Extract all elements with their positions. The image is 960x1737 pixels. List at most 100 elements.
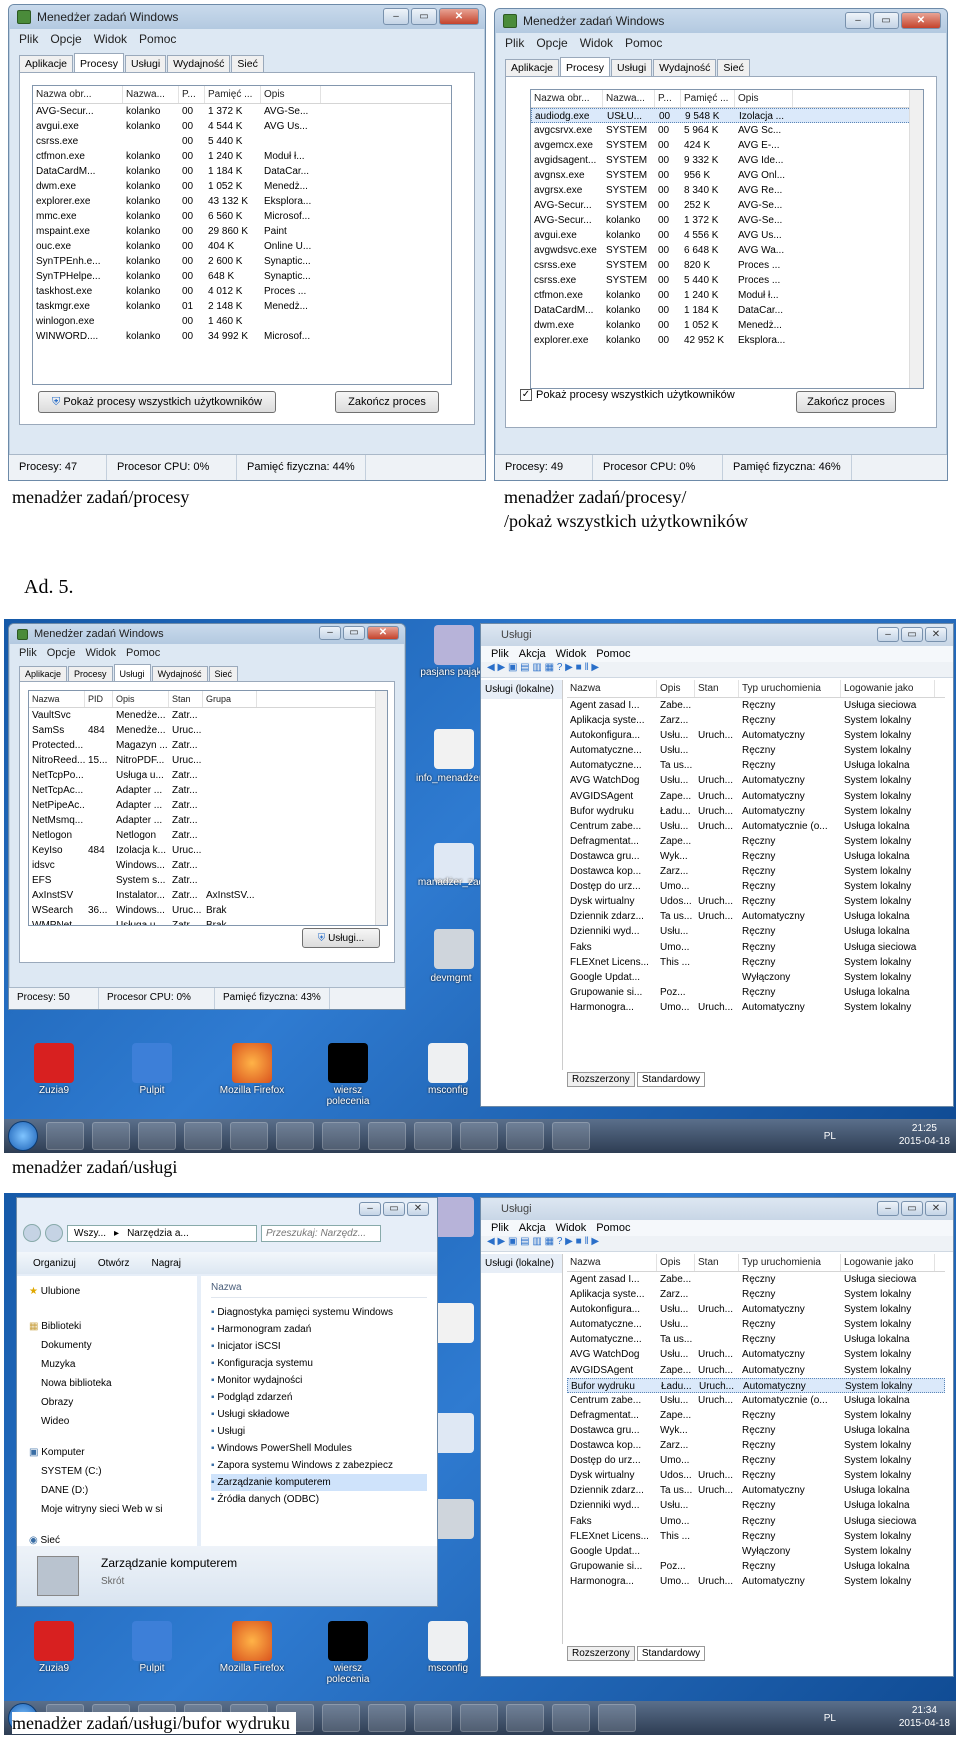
close-button[interactable]: ✕ (367, 626, 399, 640)
tree-root-services-local[interactable]: Usługi (lokalne) (481, 680, 562, 699)
command-prompt-icon[interactable] (328, 1043, 368, 1083)
table-row[interactable]: Defragmentat... Zape... Ręczny System lokal… (567, 1408, 945, 1423)
table-row[interactable]: csrss.exe 00 5 440 K (33, 134, 451, 149)
table-row[interactable]: mmc.exe kolanko 00 6 560 K Microsof... (33, 209, 451, 224)
paint-icon[interactable] (414, 1122, 452, 1150)
nav-library-item[interactable]: Obrazy (29, 1393, 185, 1412)
screen-icon[interactable] (506, 1122, 544, 1150)
col-status[interactable]: Stan (695, 680, 739, 697)
col-log-on-as[interactable]: Logowanie jako (841, 1254, 935, 1271)
minimize-button[interactable]: – (877, 1201, 899, 1216)
menu-view[interactable]: Widok (85, 647, 116, 659)
maximize-button[interactable]: ▭ (873, 12, 899, 29)
table-row[interactable]: avgidsagent... SYSTEM 00 9 332 K AVG Ide... (531, 153, 923, 168)
maximize-button[interactable]: ▭ (901, 627, 923, 642)
col-log-on-as[interactable]: Logowanie jako (841, 680, 935, 697)
table-row[interactable]: AVG-Secur... kolanko 00 1 372 K AVG-Se... (531, 213, 923, 228)
close-button[interactable]: ✕ (901, 12, 941, 29)
tab-processes[interactable]: Procesy (560, 57, 610, 77)
command-prompt-icon[interactable] (328, 1621, 368, 1661)
table-row[interactable]: Harmonogra... Umo... Uruch... Automatyczny S… (567, 1000, 945, 1015)
col-name[interactable]: Nazwa (567, 1254, 657, 1271)
menu-help[interactable]: Pomoc (126, 647, 160, 659)
media-player-icon[interactable] (92, 1122, 130, 1150)
table-row[interactable]: winlogon.exe 00 1 460 K (33, 314, 451, 329)
toolbox-icon[interactable] (552, 1704, 590, 1732)
menu-help[interactable]: Pomoc (596, 1222, 630, 1234)
admin-tool-item[interactable]: ▪ Podgląd zdarzeń (211, 1389, 427, 1406)
table-row[interactable]: taskhost.exe kolanko 00 4 012 K Proces ... (33, 284, 451, 299)
tab-extended[interactable]: Rozszerzony (567, 1646, 635, 1661)
col-image-name[interactable]: Nazwa obr... (531, 90, 603, 107)
menu-file[interactable]: Plik (491, 1222, 509, 1234)
table-row[interactable]: ctfmon.exe kolanko 00 1 240 K Moduł ł... (531, 288, 923, 303)
col-description[interactable]: Opis (657, 680, 695, 697)
end-process-button[interactable]: Zakończ proces (796, 391, 896, 413)
table-row[interactable]: Grupowanie si... Poz... Ręczny Usługa lokal… (567, 985, 945, 1000)
nav-drive[interactable]: SYSTEM (C:) (29, 1462, 185, 1481)
menu-file[interactable]: Plik (19, 647, 37, 659)
language-indicator[interactable]: PL (824, 1131, 836, 1142)
start-button[interactable] (8, 1121, 38, 1151)
tab-standard[interactable]: Standardowy (636, 1646, 706, 1661)
admin-tool-item[interactable]: ▪ Zapora systemu Windows z zabezpiecz (211, 1457, 427, 1474)
table-row[interactable]: Centrum zabe... Usłu... Uruch... Automatycz… (567, 819, 945, 834)
col-name[interactable]: Nazwa (567, 680, 657, 697)
table-row[interactable]: Grupowanie si... Poz... Ręczny Usługa lokal… (567, 1559, 945, 1574)
table-row[interactable]: DataCardM... kolanko 00 1 184 K DataCar... (531, 303, 923, 318)
table-row[interactable]: AVG WatchDog Usłu... Uruch... Automatyczny S… (567, 1347, 945, 1362)
menu-file[interactable]: Plik (491, 648, 509, 660)
table-row[interactable]: Faks Umo... Ręczny Usługa sieciowa (567, 940, 945, 955)
table-row[interactable]: Automatyczne... Ta us... Ręczny Usługa loka… (567, 758, 945, 773)
table-row[interactable]: Dostawca gru... Wyk... Ręczny Usługa lokaln… (567, 1423, 945, 1438)
search-input[interactable]: Przeszukaj: Narzędz... (261, 1224, 381, 1242)
desktop-folder-icon[interactable] (132, 1043, 172, 1083)
table-row[interactable]: avgui.exe kolanko 00 4 544 K AVG Us... (33, 119, 451, 134)
menu-view[interactable]: Widok (556, 648, 587, 660)
nav-library-item[interactable]: Muzyka (29, 1355, 185, 1374)
firefox-icon[interactable] (232, 1621, 272, 1661)
table-row[interactable]: Protected... Magazyn ... Zatr... (29, 738, 387, 753)
col-group[interactable]: Grupa (203, 691, 257, 707)
col-pid[interactable]: PID (85, 691, 113, 707)
table-row[interactable]: Agent zasad I... Zabe... Ręczny Usługa siec… (567, 1272, 945, 1287)
table-row[interactable]: avgwdsvc.exe SYSTEM 00 6 648 K AVG Wa... (531, 243, 923, 258)
col-name[interactable]: Nazwa (29, 691, 85, 707)
table-row[interactable]: Dostawca kop... Zarz... Ręczny System lokal… (567, 1438, 945, 1453)
table-row[interactable]: Aplikacja syste... Zarz... Ręczny System lo… (567, 713, 945, 728)
table-row[interactable]: avgui.exe kolanko 00 4 556 K AVG Us... (531, 228, 923, 243)
admin-tool-item[interactable]: ▪ Konfiguracja systemu (211, 1355, 427, 1372)
tab-extended[interactable]: Rozszerzony (567, 1072, 635, 1087)
table-row[interactable]: SynTPHelpe... kolanko 00 648 K Synaptic... (33, 269, 451, 284)
col-image-name[interactable]: Nazwa obr... (33, 86, 123, 103)
zuzia-icon[interactable] (34, 1621, 74, 1661)
table-row[interactable]: EFS System s... Zatr... (29, 873, 387, 888)
table-row[interactable]: WINWORD.... kolanko 00 34 992 K Microsof... (33, 329, 451, 344)
desktop-folder-icon[interactable] (132, 1621, 172, 1661)
col-description[interactable]: Opis (113, 691, 169, 707)
document-icon[interactable] (434, 729, 474, 769)
table-row[interactable]: csrss.exe SYSTEM 00 820 K Proces ... (531, 258, 923, 273)
maximize-button[interactable]: ▭ (383, 1202, 405, 1216)
table-row[interactable]: NetMsmq... Adapter ... Zatr... (29, 813, 387, 828)
admin-tool-item[interactable]: ▪ Harmonogram zadań (211, 1321, 427, 1338)
col-description[interactable]: Opis (735, 90, 793, 107)
back-icon[interactable] (23, 1224, 41, 1242)
table-row[interactable]: Dostawca gru... Wyk... Ręczny Usługa lokaln… (567, 849, 945, 864)
col-user-name[interactable]: Nazwa... (123, 86, 179, 103)
services-button[interactable]: ⛨ Usługi... (302, 928, 380, 948)
nav-library-item[interactable]: Nowa biblioteka (29, 1374, 185, 1393)
show-all-processes-checkbox[interactable]: ✓ Pokaż procesy wszystkich użytkowników (520, 389, 735, 401)
process-list[interactable]: Nazwa obr... Nazwa... P... Pamięć ... Op… (530, 89, 924, 389)
admin-tool-item[interactable]: ▪ Źródła danych (ODBC) (211, 1491, 427, 1508)
admin-tool-item[interactable]: ▪ Windows PowerShell Modules (211, 1440, 427, 1457)
col-memory[interactable]: Pamięć ... (205, 86, 261, 103)
menu-view[interactable]: Widok (556, 1222, 587, 1234)
table-row[interactable]: explorer.exe kolanko 00 42 952 K Eksplora... (531, 333, 923, 348)
computer-icon[interactable] (434, 1499, 474, 1539)
table-row[interactable]: mspaint.exe kolanko 00 29 860 K Paint (33, 224, 451, 239)
language-indicator[interactable]: PL (824, 1713, 836, 1724)
admin-tool-item[interactable]: ▪ Monitor wydajności (211, 1372, 427, 1389)
minimize-button[interactable]: – (319, 626, 341, 640)
nav-drive[interactable]: DANE (D:) (29, 1481, 185, 1500)
